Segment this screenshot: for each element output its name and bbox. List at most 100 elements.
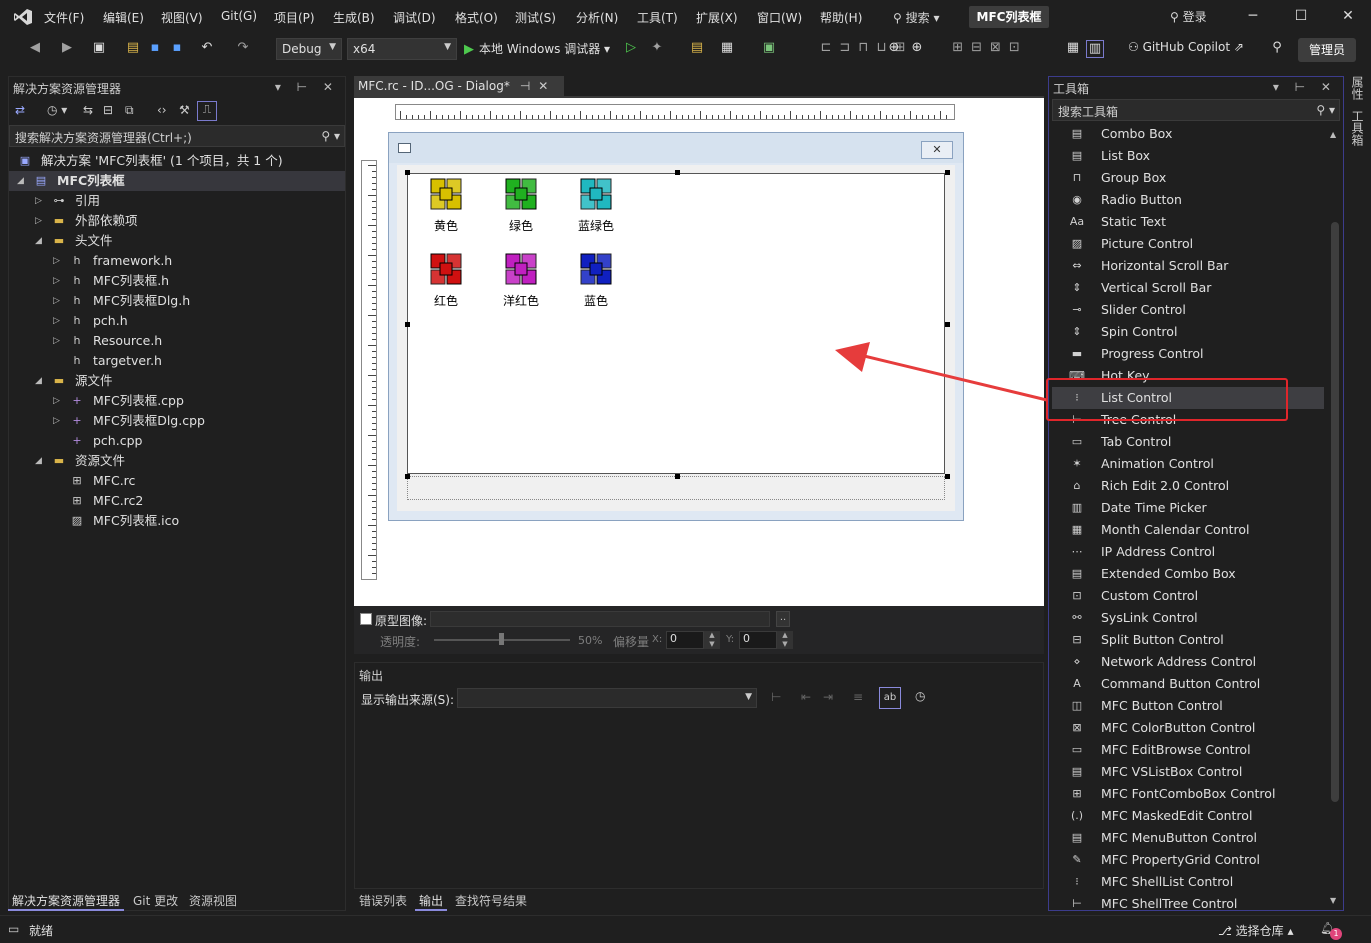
menu-item[interactable]: 格式(O) <box>455 9 498 26</box>
forward-icon[interactable]: ▶ <box>58 40 76 58</box>
menu-item[interactable]: 调试(D) <box>393 9 436 26</box>
toolbox-item[interactable]: ◉ Radio Button <box>1052 189 1324 211</box>
toolbox-item[interactable]: ▬ Progress Control <box>1052 343 1324 365</box>
toolbox-item[interactable]: ⋄ Network Address Control <box>1052 651 1324 673</box>
center-horizontal-icon[interactable]: ⊕ <box>908 40 926 58</box>
tree-item-references[interactable]: ▷ ⊶ 引用 <box>9 191 345 211</box>
toolbox-item[interactable]: ⇕ Spin Control <box>1052 321 1324 343</box>
tree-item-file[interactable]: ▷ h pch.h <box>9 311 345 331</box>
toolbox-scroll-thumb[interactable] <box>1331 222 1339 802</box>
resize-handle[interactable] <box>405 170 410 175</box>
properties-wrench-icon[interactable]: ⚒ <box>179 103 190 117</box>
select-repo-button[interactable]: ⎇ 选择仓库 ▴ <box>1218 922 1294 939</box>
save-icon[interactable]: ▪ <box>146 40 164 58</box>
expanded-chevron-icon[interactable]: ◢ <box>35 231 45 251</box>
toolbox-item[interactable]: ▭ Tab Control <box>1052 431 1324 453</box>
menu-item[interactable]: 生成(B) <box>333 9 375 26</box>
expanded-chevron-icon[interactable]: ◢ <box>35 451 45 471</box>
open-folder-icon[interactable]: ▤ <box>124 40 142 58</box>
folder-icon[interactable]: ▤ <box>688 40 706 58</box>
toolbox-item[interactable]: ▤ MFC VSListBox Control <box>1052 761 1324 783</box>
preview-icon[interactable]: ⎍ <box>197 101 217 121</box>
x-spin-icon[interactable]: ▲ ▼ <box>704 631 720 649</box>
history-icon[interactable]: ◷ ▾ <box>47 103 67 117</box>
spacing-icons[interactable]: ⊞⊟⊠⊡ <box>940 40 1040 58</box>
list-control-item[interactable]: 蓝绿色 <box>566 178 626 234</box>
panel-controls[interactable]: ▾ ⊢ ✕ <box>1273 80 1337 94</box>
sync-icon[interactable]: ⇆ <box>83 103 93 117</box>
toolbox-item[interactable]: ▨ Picture Control <box>1052 233 1324 255</box>
layout-icon[interactable]: ▦ <box>718 40 736 58</box>
solution-search-input[interactable]: 搜索解决方案资源管理器(Ctrl+;) ⚲ ▾ <box>9 125 345 147</box>
pin-icon[interactable]: ⊣ <box>520 79 530 93</box>
toolbox-item[interactable]: ⊞ MFC FontComboBox Control <box>1052 783 1324 805</box>
tree-item-source-files[interactable]: ◢ ▬ 源文件 <box>9 371 345 391</box>
menu-item[interactable]: 帮助(H) <box>820 9 862 26</box>
toolbox-item[interactable]: ✶ Animation Control <box>1052 453 1324 475</box>
expanded-chevron-icon[interactable]: ◢ <box>35 371 45 391</box>
resize-handle[interactable] <box>945 170 950 175</box>
list-control-item[interactable]: 黄色 <box>416 178 476 234</box>
toolbox-item[interactable]: ▤ Extended Combo Box <box>1052 563 1324 585</box>
tree-item-file[interactable]: ⊞ MFC.rc <box>9 471 345 491</box>
toolbox-item[interactable]: ⇔ Horizontal Scroll Bar <box>1052 255 1324 277</box>
toolbox-item[interactable]: ⊟ Split Button Control <box>1052 629 1324 651</box>
run-without-debug-icon[interactable]: ▷ <box>624 40 638 58</box>
tree-item-file[interactable]: ▷ h Resource.h <box>9 331 345 351</box>
tab-resource-view[interactable]: 资源视图 <box>189 892 237 909</box>
toolbox-item[interactable]: ⌂ Rich Edit 2.0 Control <box>1052 475 1324 497</box>
collapsed-chevron-icon[interactable]: ▷ <box>53 331 63 351</box>
toolbox-item[interactable]: ▦ Month Calendar Control <box>1052 519 1324 541</box>
code-icon[interactable]: ‹› <box>157 103 167 117</box>
collapsed-chevron-icon[interactable]: ▷ <box>53 311 63 331</box>
document-tab[interactable]: MFC.rc - ID...OG - Dialog* ⊣ ✕ <box>354 76 564 98</box>
toolbox-item[interactable]: A Command Button Control <box>1052 673 1324 695</box>
github-copilot-button[interactable]: ⚇ GitHub Copilot ⇗ <box>1128 40 1244 54</box>
menu-item[interactable]: 视图(V) <box>161 9 203 26</box>
word-wrap-icon[interactable]: ab <box>879 687 901 709</box>
collapsed-chevron-icon[interactable]: ▷ <box>35 211 45 231</box>
menu-item[interactable]: 编辑(E) <box>103 9 144 26</box>
dialog-close-icon[interactable]: ✕ <box>921 141 953 159</box>
prototype-path-input[interactable] <box>430 611 770 627</box>
save-all-icon[interactable]: ▪ <box>168 40 186 58</box>
tree-item-file[interactable]: h targetver.h <box>9 351 345 371</box>
minimize-icon[interactable]: ─ <box>1243 8 1263 26</box>
expanded-chevron-icon[interactable]: ◢ <box>17 171 27 191</box>
menu-item[interactable]: 项目(P) <box>274 9 315 26</box>
tab-git-changes[interactable]: Git 更改 <box>133 892 178 909</box>
tree-item-file[interactable]: ▷ + MFC列表框.cpp <box>9 391 345 411</box>
resize-handle[interactable] <box>405 322 410 327</box>
login-button[interactable]: ⚲ 登录 <box>1170 8 1207 25</box>
back-icon[interactable]: ◀ <box>26 40 44 58</box>
new-project-icon[interactable]: ▣ <box>90 40 108 58</box>
toolbox-item[interactable]: ⊡ Custom Control <box>1052 585 1324 607</box>
toolbox-item[interactable]: ▥ Date Time Picker <box>1052 497 1324 519</box>
config-select[interactable]: Debug ▼ <box>276 38 342 60</box>
tree-item-resource-files[interactable]: ◢ ▬ 资源文件 <box>9 451 345 471</box>
toolbox-item[interactable]: ⊓ Group Box <box>1052 167 1324 189</box>
toolbox-item[interactable]: ▭ MFC EditBrowse Control <box>1052 739 1324 761</box>
collapse-icon[interactable]: ⊟ <box>103 103 113 117</box>
tree-item-file[interactable]: ⊞ MFC.rc2 <box>9 491 345 511</box>
list-control-item[interactable]: 洋红色 <box>491 253 551 309</box>
toolbox-item[interactable]: ⋯ IP Address Control <box>1052 541 1324 563</box>
list-control-item[interactable]: 绿色 <box>491 178 551 234</box>
resize-handle[interactable] <box>675 474 680 479</box>
search-menu[interactable]: ⚲ 搜索 ▾ <box>893 9 939 26</box>
panel-controls[interactable]: ▾ ⊢ ✕ <box>275 80 339 94</box>
menu-item[interactable]: 扩展(X) <box>696 9 738 26</box>
output-source-select[interactable]: ▼ <box>457 688 757 708</box>
toolbox-item[interactable]: ✎ MFC PropertyGrid Control <box>1052 849 1324 871</box>
scroll-up-icon[interactable]: ▲ <box>1330 130 1336 139</box>
browse-button[interactable]: .. <box>776 611 790 627</box>
guides-icon[interactable]: ▥ <box>1086 40 1104 58</box>
tab-solution-explorer[interactable]: 解决方案资源管理器 <box>8 892 125 911</box>
tree-item-project[interactable]: ◢ ▤ MFC列表框 <box>9 171 345 191</box>
tab-find-symbol-results[interactable]: 查找符号结果 <box>455 892 527 909</box>
collapsed-chevron-icon[interactable]: ▷ <box>53 251 63 271</box>
close-icon[interactable]: ✕ <box>1338 8 1358 26</box>
toolbox-item[interactable]: Aa Static Text <box>1052 211 1324 233</box>
feedback-icon[interactable]: ⚲ <box>1268 40 1286 58</box>
prev-message-icon[interactable]: ⇤ <box>801 690 811 704</box>
